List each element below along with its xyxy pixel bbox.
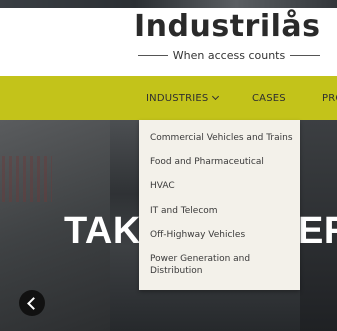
nav-item-cases[interactable]: CASES — [252, 93, 286, 104]
nav-item-products[interactable]: PRO — [322, 93, 337, 104]
industries-dropdown-menu: Commercial Vehicles and Trains Food and … — [139, 120, 300, 290]
tagline: When access counts — [172, 48, 286, 62]
nav-item-label: INDUSTRIES — [146, 93, 209, 104]
header: Industrilås When access counts — [0, 8, 337, 76]
hero-headline-end: ER — [298, 210, 337, 252]
dropdown-item-it-telecom[interactable]: IT and Telecom — [150, 205, 296, 217]
tagline-row: When access counts — [138, 48, 321, 62]
dropdown-item-commercial-vehicles[interactable]: Commercial Vehicles and Trains — [150, 132, 296, 144]
top-banner-strip — [0, 0, 337, 8]
dropdown-item-off-highway-vehicles[interactable]: Off-Highway Vehicles — [150, 229, 296, 241]
dropdown-item-power-generation[interactable]: Power Generation and Distribution — [150, 253, 290, 277]
dropdown-item-food-pharmaceutical[interactable]: Food and Pharmaceutical — [150, 156, 296, 168]
logo[interactable]: Industrilås — [134, 12, 321, 42]
nav-item-label: PRO — [322, 93, 337, 104]
tagline-divider-right — [290, 54, 321, 56]
hero-headline-start: TAK — [64, 210, 141, 252]
nav-item-industries[interactable]: INDUSTRIES — [146, 92, 220, 104]
dropdown-item-hvac[interactable]: HVAC — [150, 180, 296, 192]
chevron-down-icon — [212, 92, 220, 101]
hero-background-detail — [2, 156, 52, 202]
nav-item-label: CASES — [252, 93, 286, 104]
tagline-divider-left — [138, 54, 168, 56]
chevron-left-icon[interactable] — [19, 290, 45, 316]
main-navigation: INDUSTRIES CASES PRO — [0, 76, 337, 120]
